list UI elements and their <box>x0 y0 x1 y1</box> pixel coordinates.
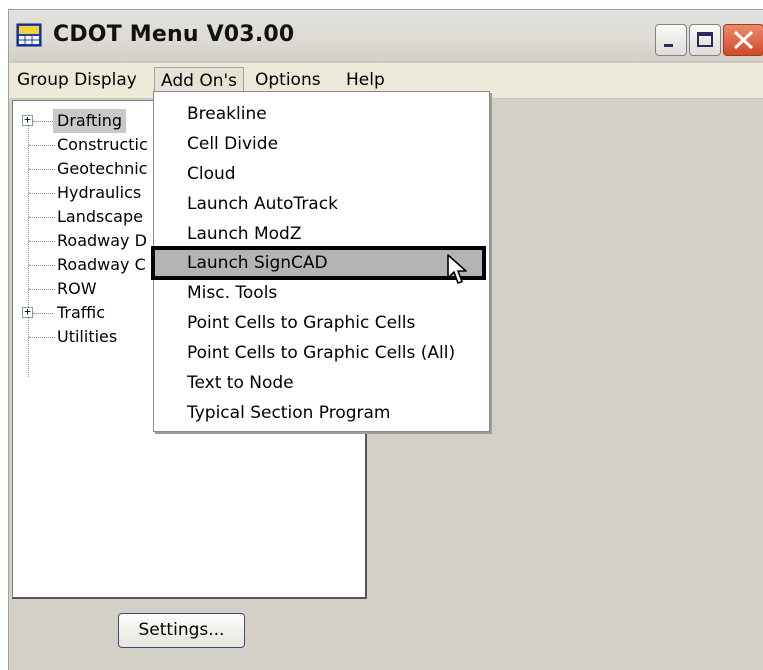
menu-item-launch-signcad[interactable]: Launch SignCAD <box>151 246 486 280</box>
tree-connector <box>29 169 55 170</box>
settings-button[interactable]: Settings... <box>118 613 245 648</box>
tree-connector <box>29 289 55 290</box>
menu-item-point-cells-to-graphic-cells-all[interactable]: Point Cells to Graphic Cells (All) <box>154 338 489 368</box>
tree-item-hydraulics[interactable]: Hydraulics <box>57 181 141 205</box>
app-icon <box>16 23 42 47</box>
close-icon <box>733 30 754 50</box>
window-title: CDOT Menu V03.00 <box>53 22 295 47</box>
tree-item-traffic[interactable]: Traffic <box>57 301 105 325</box>
tree-item-drafting[interactable]: Drafting <box>53 109 127 133</box>
tree-connector <box>29 217 55 218</box>
menu-item-text-to-node[interactable]: Text to Node <box>154 368 489 398</box>
menu-item-launch-autotrack[interactable]: Launch AutoTrack <box>154 189 489 219</box>
tree-item-roadway-d[interactable]: Roadway D <box>57 229 147 253</box>
maximize-button[interactable] <box>689 24 721 56</box>
maximize-icon <box>697 32 713 47</box>
tree-item-row[interactable]: ROW <box>57 277 97 301</box>
menu-item-point-cells-to-graphic-cells[interactable]: Point Cells to Graphic Cells <box>154 308 489 338</box>
tree-item-roadway-c[interactable]: Roadway C <box>57 253 146 277</box>
tree-item-utilities[interactable]: Utilities <box>57 325 117 349</box>
title-bar[interactable]: CDOT Menu V03.00 <box>9 10 763 62</box>
close-button[interactable] <box>723 24 763 56</box>
minimize-icon <box>664 44 673 47</box>
menu-item-breakline[interactable]: Breakline <box>154 99 489 129</box>
tree-item-geotechnical[interactable]: Geotechnic <box>57 157 147 181</box>
tree-connector <box>29 265 55 266</box>
tree-item-landscape[interactable]: Landscape <box>57 205 143 229</box>
menu-group-display[interactable]: Group Display <box>11 67 143 94</box>
expand-drafting-icon[interactable]: + <box>22 114 33 126</box>
add-ons-dropdown-menu: Breakline Cell Divide Cloud Launch AutoT… <box>151 91 490 432</box>
menu-item-misc-tools[interactable]: Misc. Tools <box>154 278 489 308</box>
menu-item-typical-section-program[interactable]: Typical Section Program <box>154 398 489 428</box>
mouse-pointer-icon <box>447 254 467 284</box>
tree-connector <box>33 121 53 122</box>
expand-traffic-icon[interactable]: + <box>22 306 33 318</box>
menu-item-launch-modz[interactable]: Launch ModZ <box>154 219 489 249</box>
tree-connector <box>29 241 55 242</box>
menu-item-cloud[interactable]: Cloud <box>154 159 489 189</box>
minimize-button[interactable] <box>655 24 687 56</box>
tree-connector <box>29 145 55 146</box>
menu-add-ons[interactable]: Add On's <box>154 67 245 94</box>
tree-connector <box>33 313 53 314</box>
menu-options[interactable]: Options <box>249 67 327 94</box>
menu-item-cell-divide[interactable]: Cell Divide <box>154 129 489 159</box>
tree-connector <box>28 121 29 377</box>
tree-item-construction[interactable]: Constructic <box>57 133 148 157</box>
tree-connector <box>29 193 55 194</box>
tree-connector <box>29 337 55 338</box>
menu-help[interactable]: Help <box>340 67 391 94</box>
